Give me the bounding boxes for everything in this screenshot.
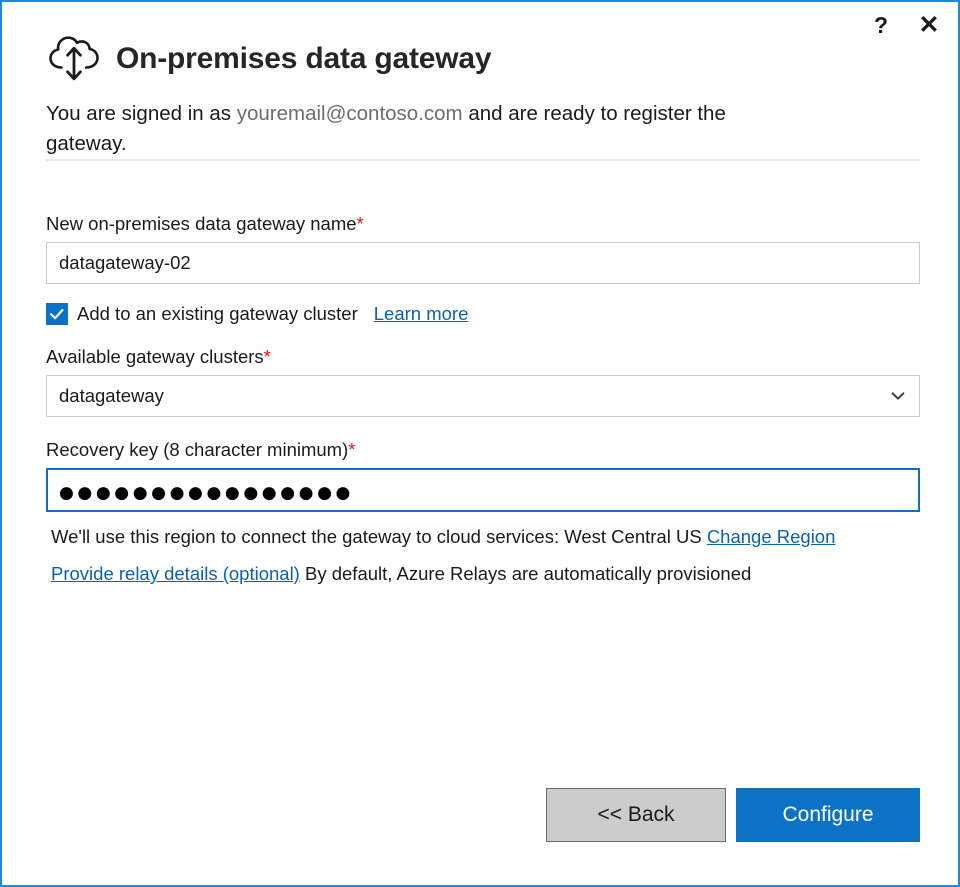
- back-button[interactable]: << Back: [546, 788, 726, 842]
- recovery-key-input[interactable]: [46, 468, 920, 512]
- recovery-key-label-text: Recovery key (8 character minimum): [46, 439, 348, 460]
- signed-in-status: You are signed in as youremail@contoso.c…: [46, 99, 806, 159]
- gateway-name-label: New on-premises data gateway name*: [46, 213, 364, 235]
- signed-in-email: youremail@contoso.com: [237, 102, 463, 125]
- available-clusters-select[interactable]: datagateway: [46, 375, 920, 417]
- change-region-link[interactable]: Change Region: [707, 526, 836, 547]
- existing-cluster-label: Add to an existing gateway cluster: [77, 303, 358, 325]
- page-title: On-premises data gateway: [116, 42, 491, 76]
- close-icon[interactable]: ✕: [912, 10, 946, 40]
- region-info-line: We'll use this region to connect the gat…: [51, 526, 835, 548]
- configure-button[interactable]: Configure: [736, 788, 920, 842]
- provide-relay-details-link[interactable]: Provide relay details (optional): [51, 563, 300, 584]
- titlebar-controls: ? ✕: [864, 10, 946, 40]
- available-clusters-label-text: Available gateway clusters: [46, 346, 264, 367]
- available-clusters-label: Available gateway clusters*: [46, 346, 271, 368]
- gateway-name-label-text: New on-premises data gateway name: [46, 213, 357, 234]
- recovery-key-label: Recovery key (8 character minimum)*: [46, 439, 355, 461]
- dialog-window: ? ✕ On-premises data gateway You are sig…: [0, 0, 960, 887]
- relay-info-line: Provide relay details (optional) By defa…: [51, 563, 751, 585]
- header-divider: [46, 159, 920, 161]
- required-asterisk: *: [348, 439, 355, 460]
- required-asterisk: *: [357, 213, 364, 234]
- existing-cluster-checkbox[interactable]: [46, 303, 68, 325]
- region-info-text: We'll use this region to connect the gat…: [51, 526, 707, 547]
- relay-info-text: By default, Azure Relays are automatical…: [300, 563, 751, 584]
- required-asterisk: *: [264, 346, 271, 367]
- cloud-up-down-arrow-icon: [46, 34, 102, 84]
- existing-cluster-row: Add to an existing gateway cluster Learn…: [46, 303, 468, 325]
- help-icon[interactable]: ?: [864, 10, 898, 40]
- chevron-down-icon: [877, 387, 919, 405]
- dialog-header: On-premises data gateway: [46, 34, 491, 84]
- signed-in-prefix: You are signed in as: [46, 102, 237, 125]
- learn-more-link[interactable]: Learn more: [374, 303, 469, 325]
- gateway-name-input[interactable]: [46, 242, 920, 284]
- available-clusters-selected-value: datagateway: [47, 385, 877, 407]
